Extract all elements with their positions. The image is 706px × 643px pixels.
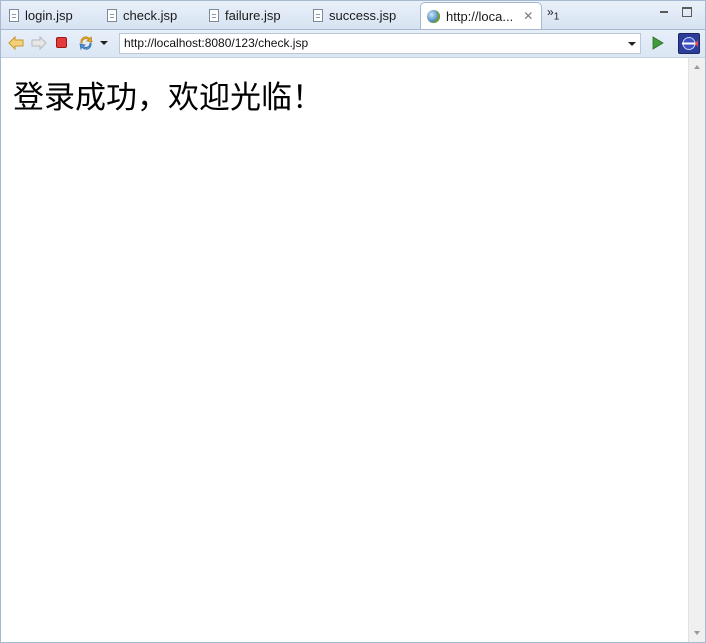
tab-label: failure.jsp <box>225 8 281 23</box>
minimize-button[interactable] <box>659 7 669 17</box>
editor-tab-bar: login.jsp check.jsp failure.jsp success.… <box>1 1 705 30</box>
tab-success-jsp[interactable]: success.jsp <box>307 3 417 28</box>
scroll-up-icon[interactable] <box>694 65 700 69</box>
address-bar[interactable]: http://localhost:8080/123/check.jsp <box>119 33 641 54</box>
refresh-menu-dropdown[interactable] <box>99 35 115 51</box>
page-content: 登录成功，欢迎光临！ <box>1 58 688 642</box>
browser-window: login.jsp check.jsp failure.jsp success.… <box>0 0 706 643</box>
stop-button[interactable] <box>54 35 70 51</box>
arrow-right-icon <box>31 35 47 51</box>
go-button[interactable] <box>650 35 666 51</box>
hidden-tab-count: 1 <box>553 11 560 23</box>
eclipse-icon <box>682 37 698 50</box>
jsp-file-icon <box>313 9 323 22</box>
chevron-down-icon <box>100 41 108 45</box>
login-success-message: 登录成功，欢迎光临！ <box>13 80 323 116</box>
maximize-button[interactable] <box>682 7 692 17</box>
chevron-down-icon[interactable] <box>628 42 636 46</box>
eclipse-logo-button[interactable] <box>678 33 700 54</box>
vertical-scrollbar[interactable] <box>688 58 705 642</box>
refresh-button[interactable] <box>78 35 94 51</box>
globe-icon <box>427 9 440 23</box>
forward-button[interactable] <box>31 35 47 51</box>
jsp-file-icon <box>9 9 19 22</box>
refresh-icon <box>79 35 93 51</box>
tab-failure-jsp[interactable]: failure.jsp <box>203 3 303 28</box>
arrow-left-icon <box>8 35 24 51</box>
tab-browser[interactable]: http://loca... ✕ <box>420 2 542 29</box>
tab-overflow-button[interactable]: »1 <box>547 5 559 22</box>
stop-icon <box>56 37 67 48</box>
play-icon <box>652 36 664 50</box>
tab-login-jsp[interactable]: login.jsp <box>3 3 99 28</box>
url-text: http://localhost:8080/123/check.jsp <box>124 36 309 50</box>
tab-check-jsp[interactable]: check.jsp <box>101 3 201 28</box>
back-button[interactable] <box>8 35 24 51</box>
close-icon[interactable]: ✕ <box>523 9 533 23</box>
tab-label: success.jsp <box>329 8 397 23</box>
chevron-double-right-icon: » <box>547 5 554 19</box>
tab-label: login.jsp <box>25 8 73 23</box>
browser-toolbar: http://localhost:8080/123/check.jsp <box>1 30 705 58</box>
jsp-file-icon <box>107 9 117 22</box>
jsp-file-icon <box>209 9 219 22</box>
tab-label: check.jsp <box>123 8 178 23</box>
scroll-down-icon[interactable] <box>694 631 700 635</box>
tab-label: http://loca... <box>446 8 514 24</box>
